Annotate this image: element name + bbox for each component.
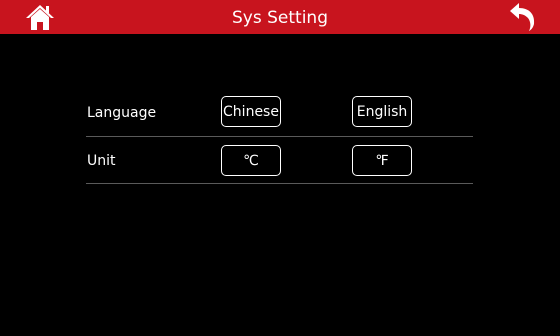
divider bbox=[86, 136, 473, 137]
sys-setting-screen: Sys Setting Language Chinese English Uni… bbox=[0, 0, 560, 336]
language-english-button[interactable]: English bbox=[352, 96, 412, 127]
unit-celsius-button[interactable]: ℃ bbox=[221, 145, 281, 176]
language-label: Language bbox=[87, 105, 157, 121]
language-chinese-button[interactable]: Chinese bbox=[221, 96, 281, 127]
unit-fahrenheit-button[interactable]: ℉ bbox=[352, 145, 412, 176]
back-arrow-icon bbox=[510, 3, 535, 31]
home-button[interactable] bbox=[25, 2, 55, 32]
divider bbox=[86, 183, 473, 184]
page-title: Sys Setting bbox=[232, 8, 328, 28]
back-button[interactable] bbox=[508, 2, 538, 32]
title-bar: Sys Setting bbox=[0, 0, 560, 34]
unit-label: Unit bbox=[87, 153, 116, 169]
home-icon bbox=[26, 5, 54, 30]
